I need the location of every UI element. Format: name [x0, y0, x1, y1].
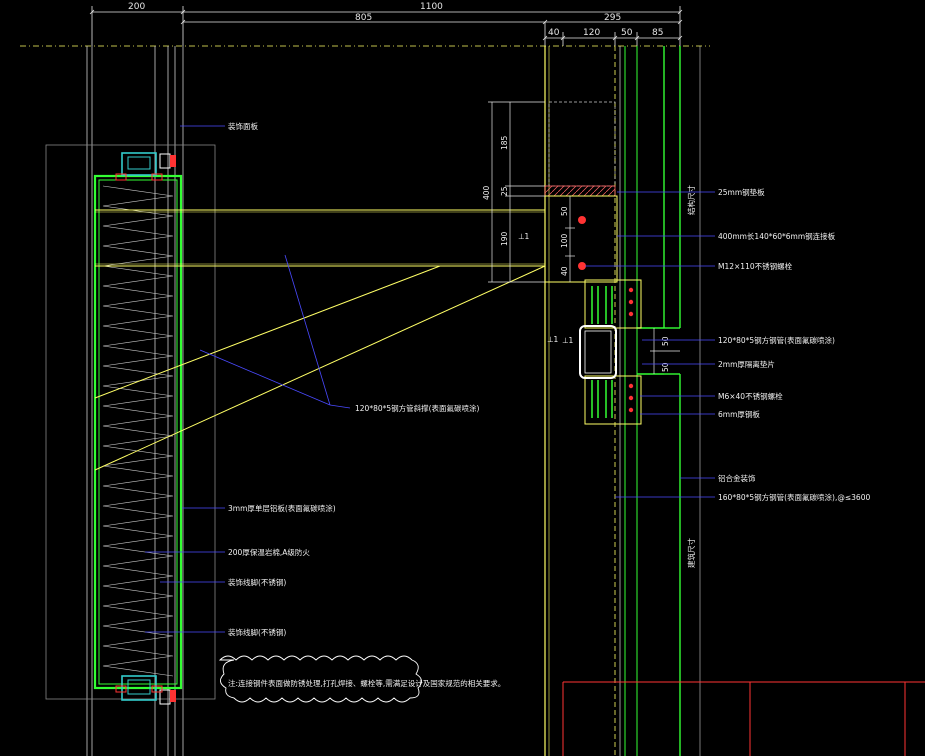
dim-295: 295 — [604, 13, 621, 23]
label-aluminum-panel: 3mm厚单层铝板(表面氟碳喷涂) — [228, 503, 336, 513]
label-main-tube: 160*80*5钢方钢管(表面氟碳喷涂),@≤3600 — [718, 492, 870, 502]
dim-40-a: 40 — [560, 266, 569, 276]
label-decor-panel: 装饰面板 — [228, 121, 258, 131]
label-trim-2: 装饰线脚(不锈钢) — [228, 627, 286, 637]
insulation-zigzag — [102, 185, 174, 677]
dim-40: 40 — [548, 28, 560, 38]
dim-185: 185 — [500, 135, 509, 150]
bolt-icon-lower — [578, 262, 586, 270]
connection-assembly — [579, 279, 642, 425]
side-dimensions — [488, 101, 680, 374]
label-trim-1: 装饰线脚(不锈钢) — [228, 577, 286, 587]
label-steel-pad: 25mm钢垫板 — [718, 187, 765, 197]
label-isolation-pad: 2mm厚隔离垫片 — [718, 359, 775, 369]
structure-size-label: 结构尺寸 — [686, 185, 696, 215]
label-connection-plate: 400mm长140*60*6mm钢连接板 — [718, 231, 836, 241]
cloud-note-text: 注:连接钢件表面做防锈处理,打孔焊接、螺栓等,需满足设计及国家规范的相关要求。 — [228, 678, 505, 688]
dim-805: 805 — [355, 13, 372, 23]
building-size-label: 建筑尺寸 — [686, 538, 696, 568]
dim-50: 50 — [621, 28, 633, 38]
main-column — [544, 46, 701, 756]
weld-marker-2: ⊥1 — [547, 335, 559, 344]
label-rock-wool: 200厚保温岩棉,A级防火 — [228, 547, 310, 557]
dim-25: 25 — [500, 186, 509, 196]
red-frame — [562, 681, 925, 756]
dim-200: 200 — [128, 2, 145, 12]
label-square-tube: 120*80*5钢方钢管(表面氟碳喷涂) — [718, 335, 835, 345]
label-diagonal-brace: 120*80*5钢方管斜撑(表面氟碳喷涂) — [355, 403, 480, 413]
dim-50-a: 50 — [560, 206, 569, 216]
dim-120: 120 — [583, 28, 600, 38]
label-m6-bolt: M6×40不锈钢螺栓 — [718, 391, 783, 401]
weld-marker-3: ⊥1 — [562, 336, 574, 345]
cad-drawing-canvas: 200 1100 805 295 40 120 50 85 400 185 25… — [0, 0, 925, 756]
dim-100: 100 — [560, 233, 569, 248]
diagonal-brace — [94, 265, 546, 471]
label-aluminum-decor: 铝合金装饰 — [718, 473, 756, 483]
dim-85: 85 — [652, 28, 663, 38]
bottom-profile — [115, 675, 176, 705]
dim-190: 190 — [500, 231, 509, 246]
label-m12-bolt: M12×110不锈钢螺栓 — [718, 261, 793, 271]
dim-1100: 1100 — [420, 2, 443, 12]
top-dimensions — [89, 6, 683, 46]
dim-50-b: 50 — [661, 336, 670, 346]
weld-marker-1: ⊥1 — [518, 232, 530, 241]
section-detail-drawing: 200 1100 805 295 40 120 50 85 400 185 25… — [20, 2, 925, 756]
label-steel-plate: 6mm厚钢板 — [718, 409, 760, 419]
dim-400: 400 — [482, 185, 491, 200]
bolt-icon-upper — [578, 216, 586, 224]
